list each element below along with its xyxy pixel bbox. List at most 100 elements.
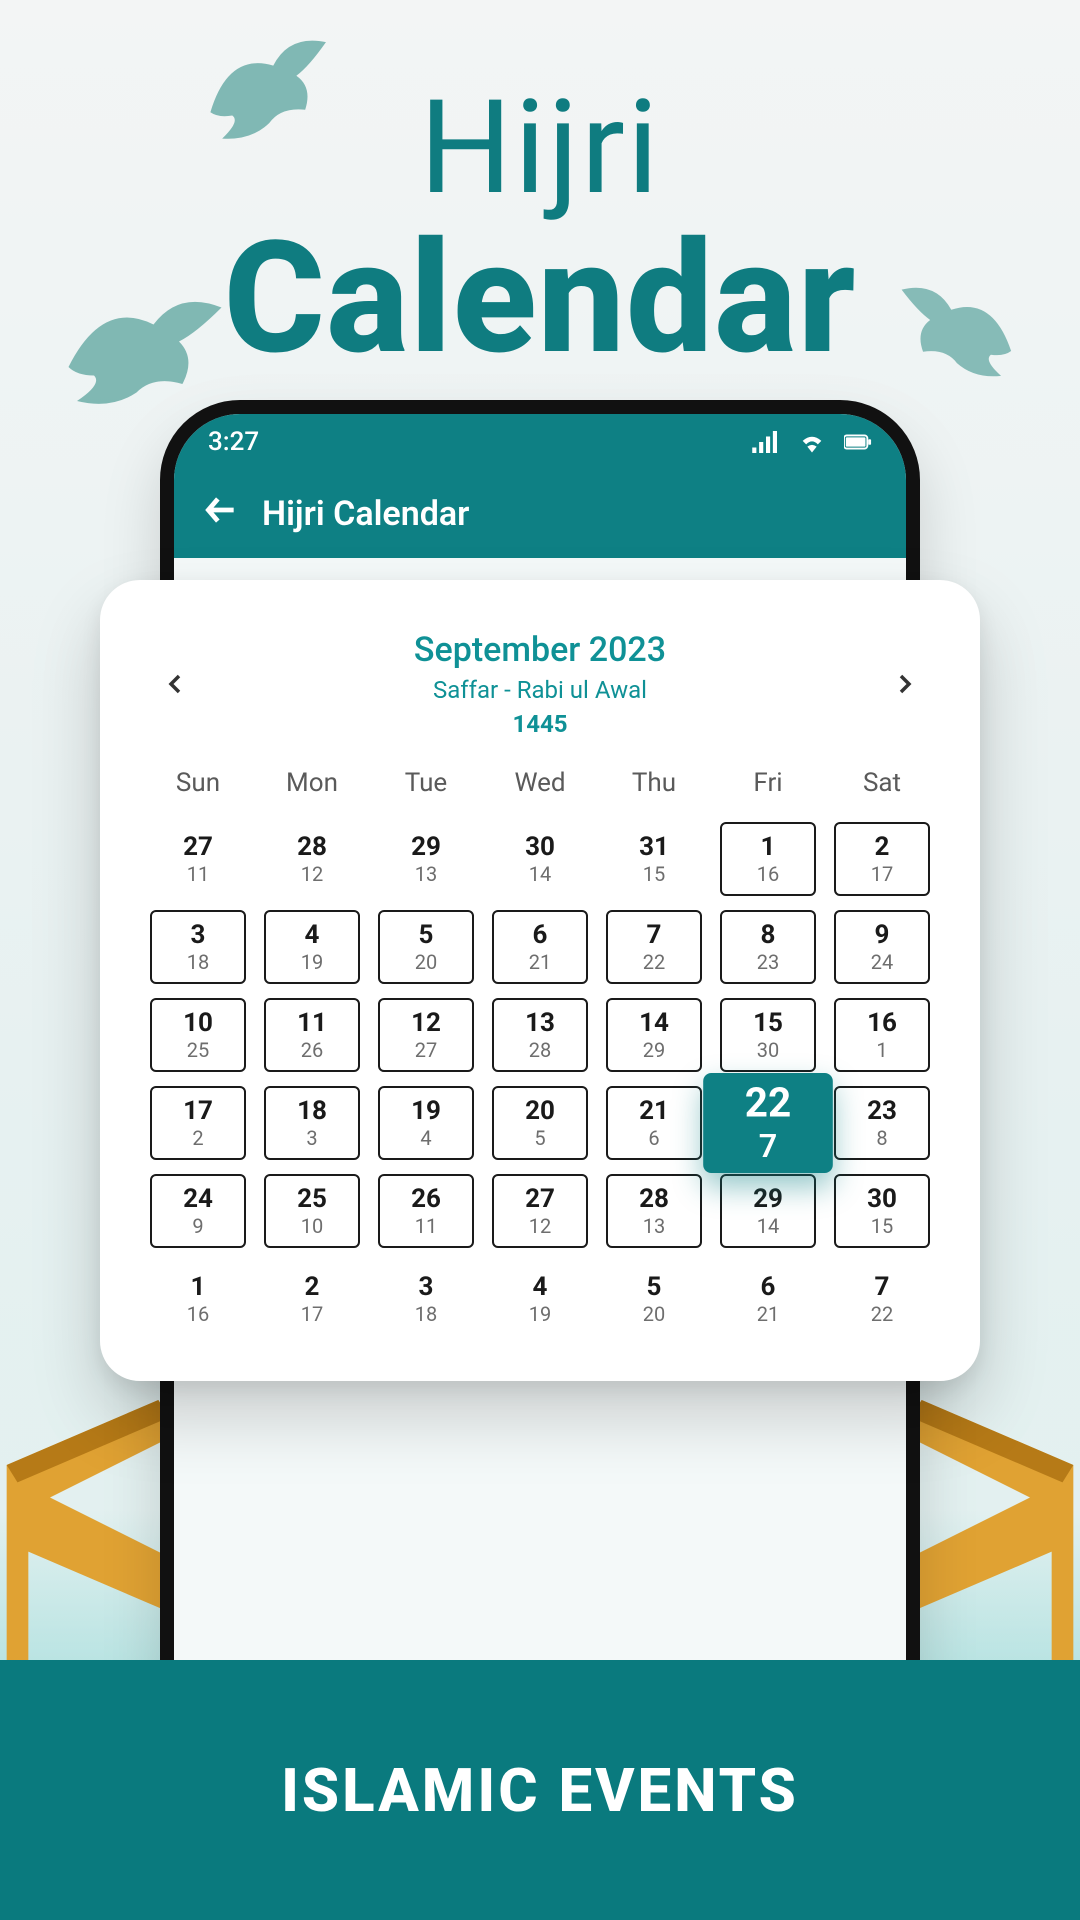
hijri-day: 23 <box>757 951 779 973</box>
calendar-cell[interactable]: 3014 <box>492 822 588 896</box>
calendar-cell[interactable]: 1227 <box>378 998 474 1072</box>
gregorian-day: 23 <box>867 1097 897 1126</box>
calendar-cell[interactable]: 217 <box>834 822 930 896</box>
hijri-day: 29 <box>643 1039 665 1061</box>
weekday-label: Tue <box>378 768 474 798</box>
calendar-cell[interactable]: 3015 <box>834 1174 930 1248</box>
gregorian-day: 2 <box>305 1273 320 1302</box>
gregorian-day: 6 <box>761 1273 776 1302</box>
gregorian-day: 16 <box>867 1009 897 1038</box>
calendar-cell[interactable]: 2812 <box>264 822 360 896</box>
hijri-day: 10 <box>301 1215 323 1237</box>
chevron-left-icon <box>164 672 188 696</box>
status-icons <box>752 431 872 453</box>
calendar-cell[interactable]: 2510 <box>264 1174 360 1248</box>
calendar-cell[interactable]: 116 <box>150 1262 246 1336</box>
calendar-cell[interactable]: 116 <box>720 822 816 896</box>
calendar-cell[interactable]: 1025 <box>150 998 246 1072</box>
calendar-cell[interactable]: 2813 <box>606 1174 702 1248</box>
calendar-cell[interactable]: 238 <box>834 1086 930 1160</box>
calendar-cell[interactable]: 183 <box>264 1086 360 1160</box>
gregorian-day: 11 <box>297 1009 327 1038</box>
calendar-cell[interactable]: 722 <box>606 910 702 984</box>
gregorian-day: 17 <box>183 1097 213 1126</box>
gregorian-day: 4 <box>533 1273 548 1302</box>
app-bar-title: Hijri Calendar <box>262 494 469 534</box>
hijri-day: 21 <box>757 1303 779 1325</box>
hijri-months-label: Saffar - Rabi ul Awal <box>202 676 878 704</box>
calendar-cell[interactable]: 3115 <box>606 822 702 896</box>
next-month-button[interactable] <box>878 658 930 710</box>
gregorian-day: 4 <box>305 921 320 950</box>
calendar-cell[interactable]: 2712 <box>492 1174 588 1248</box>
hijri-day: 17 <box>301 1303 323 1325</box>
hijri-day: 26 <box>301 1039 323 1061</box>
hijri-day: 14 <box>529 863 551 885</box>
gregorian-day: 28 <box>297 833 327 862</box>
hijri-day: 14 <box>757 1215 779 1237</box>
hijri-day: 2 <box>192 1127 203 1149</box>
title-line-1: Hijri <box>0 80 1080 217</box>
gregorian-day: 19 <box>411 1097 441 1126</box>
title-line-2: Calendar <box>0 217 1080 380</box>
calendar-cell[interactable]: 2711 <box>150 822 246 896</box>
prev-month-button[interactable] <box>150 658 202 710</box>
calendar-cell[interactable]: 161 <box>834 998 930 1072</box>
calendar-cell[interactable]: 621 <box>492 910 588 984</box>
banner-text: ISLAMIC EVENTS <box>281 1755 799 1826</box>
calendar-cell[interactable]: 419 <box>492 1262 588 1336</box>
hijri-day: 27 <box>415 1039 437 1061</box>
hijri-day: 5 <box>534 1127 545 1149</box>
hijri-day: 16 <box>187 1303 209 1325</box>
hijri-day: 13 <box>643 1215 665 1237</box>
calendar-cell[interactable]: 318 <box>150 910 246 984</box>
gregorian-day: 15 <box>753 1009 783 1038</box>
hijri-day: 11 <box>415 1215 437 1237</box>
gregorian-day: 3 <box>191 921 206 950</box>
calendar-cell[interactable]: 1530 <box>720 998 816 1072</box>
hijri-day: 7 <box>759 1129 778 1165</box>
gregorian-day: 10 <box>183 1009 213 1038</box>
calendar-cell[interactable]: 621 <box>720 1262 816 1336</box>
weekday-label: Mon <box>264 768 360 798</box>
hijri-day: 19 <box>529 1303 551 1325</box>
arrow-left-icon <box>202 491 240 529</box>
battery-icon <box>844 431 872 453</box>
gregorian-day: 27 <box>183 833 213 862</box>
calendar-cell[interactable]: 2611 <box>378 1174 474 1248</box>
gregorian-day: 27 <box>525 1185 555 1214</box>
gregorian-day: 12 <box>411 1009 441 1038</box>
calendar-cell[interactable]: 722 <box>834 1262 930 1336</box>
hijri-day: 24 <box>871 951 893 973</box>
calendar-cell[interactable]: 205 <box>492 1086 588 1160</box>
back-button[interactable] <box>202 491 240 538</box>
calendar-cell[interactable]: 1126 <box>264 998 360 1072</box>
marketing-title: Hijri Calendar <box>0 80 1080 379</box>
bottom-banner: ISLAMIC EVENTS <box>0 1660 1080 1920</box>
hijri-year-label: 1445 <box>202 710 878 738</box>
calendar-cell[interactable]: 194 <box>378 1086 474 1160</box>
gregorian-day: 6 <box>533 921 548 950</box>
calendar-cell[interactable]: 419 <box>264 910 360 984</box>
hijri-day: 15 <box>871 1215 893 1237</box>
calendar-cell[interactable]: 823 <box>720 910 816 984</box>
calendar-cell[interactable]: 2913 <box>378 822 474 896</box>
calendar-cell[interactable]: 2914 <box>720 1174 816 1248</box>
weekday-label: Sat <box>834 768 930 798</box>
gregorian-day: 25 <box>297 1185 327 1214</box>
gregorian-day: 14 <box>639 1009 669 1038</box>
hijri-day: 22 <box>871 1303 893 1325</box>
calendar-cell[interactable]: 1328 <box>492 998 588 1072</box>
calendar-cell[interactable]: 1429 <box>606 998 702 1072</box>
gregorian-day: 7 <box>875 1273 890 1302</box>
calendar-cell-selected[interactable]: 227 <box>703 1073 833 1173</box>
calendar-cell[interactable]: 924 <box>834 910 930 984</box>
calendar-cell[interactable]: 318 <box>378 1262 474 1336</box>
calendar-cell[interactable]: 249 <box>150 1174 246 1248</box>
calendar-cell[interactable]: 172 <box>150 1086 246 1160</box>
calendar-cell[interactable]: 520 <box>606 1262 702 1336</box>
calendar-cell[interactable]: 216 <box>606 1086 702 1160</box>
calendar-cell[interactable]: 520 <box>378 910 474 984</box>
calendar-cell[interactable]: 217 <box>264 1262 360 1336</box>
gregorian-day: 18 <box>297 1097 327 1126</box>
